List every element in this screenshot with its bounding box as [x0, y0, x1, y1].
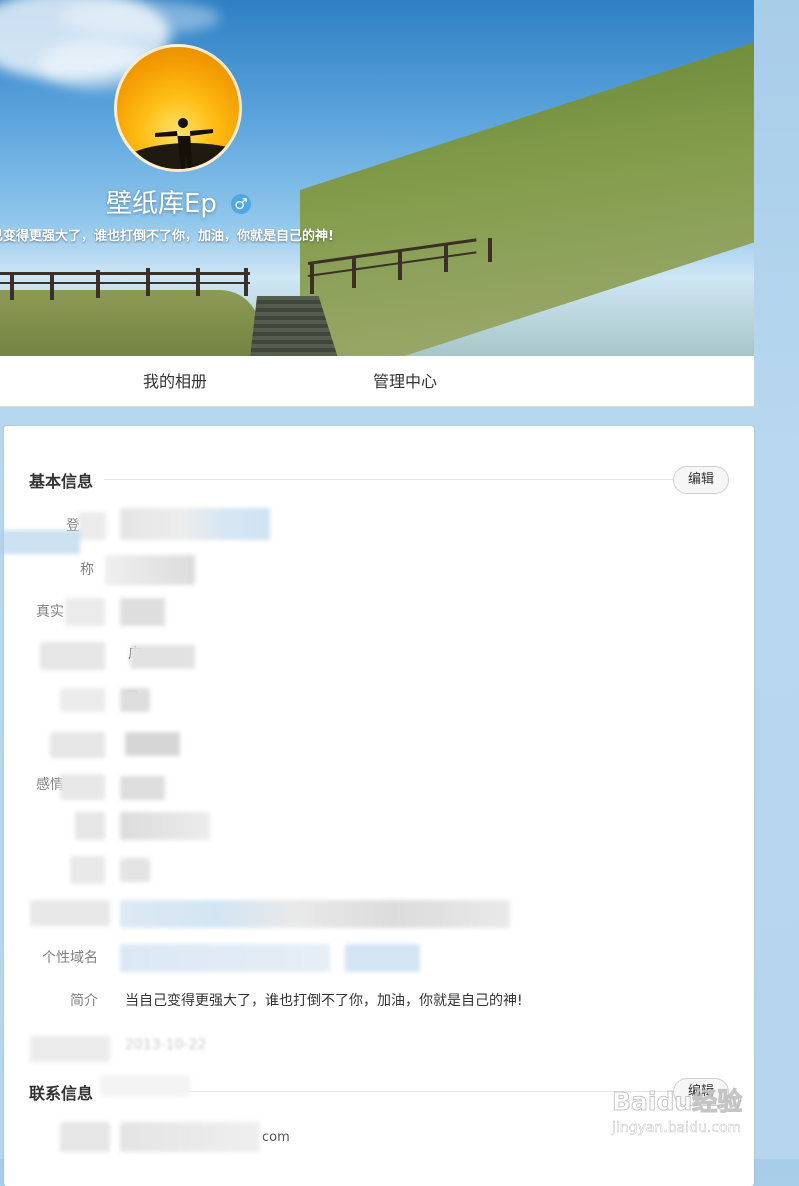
- fence-post: [488, 238, 492, 262]
- contact-info-edit-button[interactable]: 编辑: [673, 1078, 729, 1106]
- fence: [0, 272, 250, 275]
- fence-post: [310, 262, 314, 294]
- info-row: 感情: [4, 772, 754, 798]
- redaction-mosaic: [120, 812, 210, 840]
- info-row: 2013-10-22: [4, 1032, 754, 1058]
- avatar-silhouette-icon: [119, 118, 239, 169]
- fence-post: [196, 268, 200, 296]
- redaction-mosaic: [70, 856, 105, 884]
- profile-motto: 己变得更强大了，谁也打倒不了你，加油，你就是自己的神!: [0, 229, 334, 244]
- tab-my-album[interactable]: 我的相册: [143, 368, 207, 392]
- fence-post: [10, 272, 14, 300]
- cover-hill-right: [300, 21, 754, 356]
- tab-manage-center[interactable]: 管理中心: [373, 368, 437, 392]
- info-row: [4, 815, 754, 841]
- cloud: [60, 0, 220, 35]
- redaction-mosaic: [30, 900, 110, 926]
- redaction-mosaic: [125, 732, 180, 756]
- redaction-mosaic: [345, 944, 420, 972]
- redaction-mosaic: [60, 688, 105, 712]
- redaction-mosaic: [78, 512, 106, 540]
- section-divider: [104, 479, 674, 480]
- row-label: 称: [80, 562, 94, 578]
- info-row: [4, 859, 754, 885]
- fence-post: [244, 268, 248, 296]
- row-label: 真实: [36, 604, 64, 620]
- redaction-mosaic: [120, 944, 330, 972]
- redaction-mosaic: [130, 645, 195, 669]
- redaction-mosaic: [65, 598, 105, 626]
- redaction-mosaic: [30, 1036, 110, 1062]
- redaction-mosaic: [120, 900, 510, 928]
- gender-male-icon: ♂: [231, 194, 251, 214]
- info-row: 简介 当自己变得更强大了，谁也打倒不了你，加油，你就是自己的神!: [4, 988, 754, 1014]
- info-row: com: [4, 1125, 754, 1151]
- contact-info-title: 联系信息: [29, 1084, 94, 1103]
- redaction-mosaic: [120, 688, 150, 712]
- redaction-mosaic: [40, 642, 105, 670]
- basic-info-edit-button[interactable]: 编辑: [673, 466, 729, 494]
- profile-nav: 我的相册 管理中心: [0, 356, 754, 407]
- row-value: 当自己变得更强大了，谁也打倒不了你，加油，你就是自己的神!: [125, 993, 523, 1009]
- row-label: 简介: [70, 993, 98, 1009]
- cover-hill-left: [0, 290, 260, 356]
- profile-nickname: 壁纸库Ep: [106, 189, 217, 219]
- redaction-mosaic: [105, 555, 195, 585]
- info-row: [4, 729, 754, 755]
- fence-post: [398, 250, 402, 280]
- row-value: 2013-10-22: [125, 1037, 207, 1053]
- info-row: 广: [4, 641, 754, 667]
- profile-cover: [0, 0, 754, 356]
- avatar[interactable]: [114, 44, 242, 172]
- redaction-mosaic: [60, 1122, 110, 1152]
- redaction-mosaic: [120, 858, 150, 882]
- fence-post: [352, 256, 356, 288]
- basic-info-title: 基本信息: [29, 472, 94, 491]
- redaction-mosaic: [120, 508, 270, 540]
- redaction-mosaic: [120, 1122, 260, 1152]
- redaction-mosaic: [60, 774, 105, 800]
- redaction-mosaic: [120, 776, 165, 800]
- fence-post: [50, 272, 54, 300]
- redaction-mosaic: [100, 1075, 190, 1097]
- redaction-mosaic: [75, 812, 105, 840]
- fence-post: [146, 268, 150, 296]
- info-card: 基本信息 编辑 登录 称 真实 广 男 感情: [4, 426, 754, 1186]
- info-row: 男: [4, 685, 754, 711]
- fence-post: [96, 270, 100, 298]
- row-label: 个性域名: [42, 950, 98, 966]
- redaction-mosaic: [120, 598, 165, 626]
- email-value: com: [262, 1130, 290, 1145]
- info-row: 登录: [4, 513, 754, 539]
- redaction-mosaic: [0, 530, 80, 554]
- info-row: 真实: [4, 599, 754, 625]
- fence-post: [444, 244, 448, 272]
- redaction-mosaic: [50, 732, 105, 758]
- fence: [0, 282, 250, 284]
